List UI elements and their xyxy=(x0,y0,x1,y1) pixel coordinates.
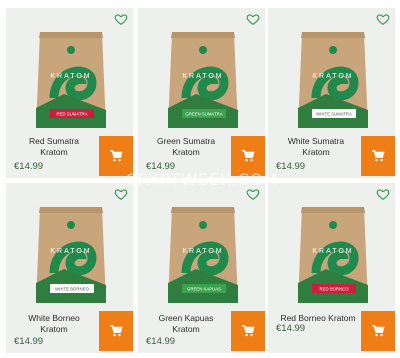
product-image[interactable]: KRATOM WHITE BORNEO xyxy=(34,203,108,307)
product-card[interactable]: KRATOM GREEN KAPUAS Green Kapuas Kratom … xyxy=(138,183,265,353)
cart-icon xyxy=(110,150,123,162)
bag-brand-text: KRATOM xyxy=(182,73,223,80)
product-image[interactable]: KRATOM GREEN KAPUAS xyxy=(166,203,240,307)
product-price: €14.99 xyxy=(14,161,44,172)
bag-label: WHITE SUMATRA xyxy=(316,112,352,117)
product-price: €14.99 xyxy=(276,161,306,172)
cart-icon xyxy=(372,150,385,162)
add-to-cart-button[interactable] xyxy=(231,136,265,176)
product-price: €14.99 xyxy=(146,336,176,347)
product-card[interactable]: KRATOM RED SUMATRA Red Sumatra Kratom €1… xyxy=(6,8,133,178)
heart-icon[interactable] xyxy=(114,12,128,26)
product-name[interactable]: White Borneo Kratom xyxy=(10,313,98,335)
bag-label: RED SUMATRA xyxy=(57,112,88,117)
cart-icon xyxy=(242,150,255,162)
product-name-line1[interactable]: White Sumatra xyxy=(272,136,360,147)
product-price: €14.99 xyxy=(146,161,176,172)
product-name-line2[interactable]: Kratom xyxy=(272,147,360,158)
product-name-line2[interactable]: Kratom xyxy=(10,147,98,158)
bag-brand-text: KRATOM xyxy=(312,73,353,80)
heart-icon[interactable] xyxy=(246,12,260,26)
product-image[interactable]: KRATOM RED SUMATRA xyxy=(34,28,108,132)
product-card[interactable]: KRATOM WHITE SUMATRA White Sumatra Krato… xyxy=(268,8,395,178)
bag-brand-text: KRATOM xyxy=(312,248,353,255)
cart-icon xyxy=(110,325,123,337)
add-to-cart-button[interactable] xyxy=(231,311,265,351)
product-card[interactable]: KRATOM WHITE BORNEO White Borneo Kratom … xyxy=(6,183,133,353)
bag-brand-text: KRATOM xyxy=(50,73,91,80)
cart-icon xyxy=(242,325,255,337)
product-card[interactable]: KRATOM GREEN SUMATRA Green Sumatra Krato… xyxy=(138,8,265,178)
heart-icon[interactable] xyxy=(114,187,128,201)
heart-icon[interactable] xyxy=(376,187,390,201)
bag-label: GREEN SUMATRA xyxy=(185,112,222,117)
heart-icon[interactable] xyxy=(246,187,260,201)
add-to-cart-button[interactable] xyxy=(361,311,395,351)
bag-brand-text: KRATOM xyxy=(182,248,223,255)
product-card[interactable]: KRATOM RED BORNEO Red Borneo Kratom €14.… xyxy=(268,183,395,353)
product-price: €14.99 xyxy=(276,323,306,334)
product-name[interactable]: Red Sumatra Kratom xyxy=(10,136,98,158)
add-to-cart-button[interactable] xyxy=(361,136,395,176)
product-image[interactable]: KRATOM GREEN SUMATRA xyxy=(166,28,240,132)
product-name-line2[interactable]: Kratom xyxy=(142,324,230,335)
product-price: €14.99 xyxy=(14,336,44,347)
add-to-cart-button[interactable] xyxy=(99,136,133,176)
product-name-line2[interactable]: Kratom xyxy=(10,324,98,335)
product-grid: KRATOM RED SUMATRA Red Sumatra Kratom €1… xyxy=(0,0,400,358)
product-name[interactable]: Green Kapuas Kratom xyxy=(142,313,230,335)
product-name-line1[interactable]: Red Sumatra xyxy=(10,136,98,147)
bag-label: WHITE BORNEO xyxy=(55,287,89,292)
product-name[interactable]: White Sumatra Kratom xyxy=(272,136,360,158)
add-to-cart-button[interactable] xyxy=(99,311,133,351)
product-name[interactable]: Green Sumatra Kratom xyxy=(142,136,230,158)
heart-icon[interactable] xyxy=(376,12,390,26)
product-name-line1[interactable]: Green Sumatra xyxy=(142,136,230,147)
bag-label: RED BORNEO xyxy=(320,287,350,292)
product-image[interactable]: KRATOM WHITE SUMATRA xyxy=(296,28,370,132)
bag-label: GREEN KAPUAS xyxy=(187,287,221,292)
product-name-line2[interactable]: Kratom xyxy=(142,147,230,158)
cart-icon xyxy=(372,325,385,337)
bag-brand-text: KRATOM xyxy=(50,248,91,255)
product-name-line1[interactable]: White Borneo xyxy=(10,313,98,324)
product-image[interactable]: KRATOM RED BORNEO xyxy=(296,203,370,307)
product-name-line1[interactable]: Green Kapuas xyxy=(142,313,230,324)
